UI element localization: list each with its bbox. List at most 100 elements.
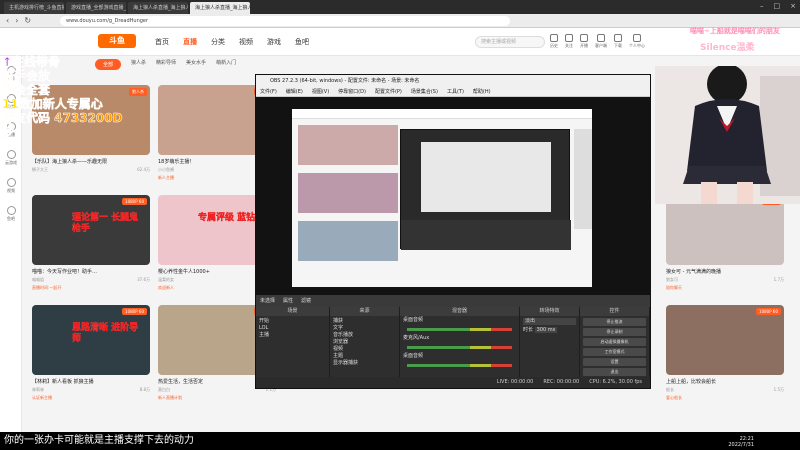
streamer-name[interactable]: 温柔的女 (158, 277, 174, 283)
volume-meter[interactable] (407, 328, 512, 331)
stop-streaming-button[interactable]: 停止推流 (583, 318, 646, 326)
obs-title-bar: OBS 27.2.3 (64-bit, windows) - 配置文件: 未命名… (256, 75, 650, 87)
filters-button[interactable]: 滤镜 (301, 295, 311, 307)
scene-item[interactable]: LOL (259, 325, 326, 332)
viewer-count: 62.4万 (137, 167, 150, 172)
subtab-newbie[interactable]: 萌新入门 (216, 59, 236, 70)
preview-nested-page (292, 109, 592, 287)
subtab-mentor[interactable]: 精彩导师 (156, 59, 176, 70)
stream-tag[interactable]: 新人直播计划 (158, 395, 276, 401)
nav-live[interactable]: 直播 (183, 37, 197, 47)
history-button[interactable]: 历史 (550, 34, 558, 49)
source-item[interactable]: 文字 (333, 325, 396, 332)
mixer-channel-label: 桌面音频 (403, 353, 424, 359)
stream-title[interactable]: 【林莉】新人看板 抓狼主播 (32, 378, 150, 385)
stream-tag[interactable]: 爱心船长 (666, 395, 784, 401)
reload-icon[interactable]: ↻ (24, 16, 31, 25)
broadcast-button[interactable]: 开播 (580, 34, 588, 49)
stream-title[interactable]: 喵喵：今天写作业吧！助手… (32, 268, 150, 275)
nav-fishbar[interactable]: 鱼吧 (295, 37, 309, 47)
mixer-channel-label: 麦克风/Aux (403, 335, 430, 341)
stream-thumbnail[interactable]: 1080P 60 (666, 305, 784, 375)
download-button[interactable]: 下载 (614, 34, 622, 49)
left-nav-fishbar[interactable]: 鱼吧 (3, 206, 19, 222)
duration-input[interactable]: 300 ms (534, 327, 558, 333)
transition-select[interactable]: 淡出 (523, 318, 576, 325)
stream-card[interactable]: 1080P 狼女可 - 元气满满的晚播狼女可 1.7万陪你聊天 (666, 195, 784, 313)
obs-menu-docks[interactable]: 停靠窗口(D) (338, 87, 366, 96)
obs-menu-view[interactable]: 视图(V) (312, 87, 329, 96)
nav-game[interactable]: 游戏 (267, 37, 281, 47)
stop-recording-button[interactable]: 停止录制 (583, 328, 646, 336)
profile-button[interactable]: 个人中心 (629, 34, 645, 49)
stream-card[interactable]: 1080P 60 上船上船，比较会船长 船长 1.5万 爱心船长 (666, 305, 784, 423)
settings-button[interactable]: 设置 (583, 358, 646, 366)
source-item[interactable]: 音乐播放 (333, 332, 396, 339)
subtab-sailor[interactable]: 美女水手 (186, 59, 206, 70)
stream-card[interactable]: 1080P 60 思路清晰 进阶导师【林莉】新人看板 抓狼主播 林莉林 8.8万 认证新… (32, 305, 150, 423)
maximize-icon[interactable]: □ (774, 2, 781, 10)
streamer-name[interactable]: 林莉林 (32, 387, 44, 393)
url-field[interactable]: www.douyu.com/g_DreadHunger (60, 16, 510, 26)
stream-card[interactable]: 1080P 60 理论第一 长腿鬼枪手 喵喵：今天写作业吧！助手… 喵喵姐 37.6万直… (32, 195, 150, 313)
source-item[interactable]: 捕获 (333, 318, 396, 325)
browser-tab-active[interactable]: 海上狼人杀直播_海上狼人杀 (190, 2, 250, 14)
client-button[interactable]: 客户端 (595, 34, 607, 49)
volume-meter[interactable] (407, 364, 512, 367)
follow-button[interactable]: 关注 (565, 34, 573, 49)
streamer-name[interactable]: 莫白白 (158, 387, 170, 393)
back-icon[interactable]: ‹ (6, 16, 9, 25)
browser-tab[interactable]: 游戏直播_全部游戏直播_斗鱼直播 (66, 2, 126, 14)
studio-mode-button[interactable]: 工作室模式 (583, 348, 646, 356)
stream-title[interactable]: 狼女可 - 元气满满的晚播 (666, 268, 784, 275)
obs-menu-profile[interactable]: 配置文件(P) (375, 87, 402, 96)
chat-icon (6, 206, 16, 215)
stream-thumbnail[interactable]: 1080P 60 思路清晰 进阶导师 (32, 305, 150, 375)
douyu-logo[interactable]: 斗鱼 (98, 34, 136, 48)
browser-tab[interactable]: 海上狼人杀直播_海上狼人杀视频 (128, 2, 188, 14)
streamer-name[interactable]: 小小鱼酱 (158, 167, 174, 173)
source-item[interactable]: 显示器捕获 (333, 360, 396, 367)
properties-button[interactable]: 属性 (283, 295, 293, 307)
stream-title[interactable]: 【乐队】海上狼人杀——乐趣无限 (32, 158, 150, 165)
stream-thumbnail[interactable]: 1080P 60 理论第一 长腿鬼枪手 (32, 195, 150, 265)
forward-icon[interactable]: › (15, 16, 18, 25)
browser-tab[interactable]: 主机游戏排行榜_斗鱼直播平台 (4, 2, 64, 14)
history-icon (550, 34, 558, 42)
source-item[interactable]: 浏览器 (333, 339, 396, 346)
nav-category[interactable]: 分类 (211, 37, 225, 47)
nav-video[interactable]: 视频 (239, 37, 253, 47)
obs-menu-edit[interactable]: 编辑(E) (286, 87, 303, 96)
obs-window: OBS 27.2.3 (64-bit, windows) - 配置文件: 未命名… (255, 74, 651, 389)
scene-item[interactable]: 开始 (259, 318, 326, 325)
nav-home[interactable]: 首页 (155, 37, 169, 47)
volume-meter[interactable] (407, 346, 512, 349)
left-nav-video[interactable]: 视频 (3, 178, 19, 194)
obs-menu-help[interactable]: 帮助(H) (473, 87, 491, 96)
obs-menu-file[interactable]: 文件(F) (260, 87, 277, 96)
streamer-name[interactable]: 狼女可 (666, 277, 678, 283)
obs-preview[interactable] (256, 97, 650, 295)
close-icon[interactable]: × (790, 2, 796, 10)
streamer-name[interactable]: 船长 (666, 387, 674, 393)
source-item[interactable]: 主题 (333, 353, 396, 360)
stream-tag[interactable]: 陪你聊天 (666, 285, 784, 291)
stream-meta: 林莉林 8.8万 (32, 387, 150, 393)
minimize-icon[interactable]: – (760, 2, 764, 10)
stream-meta: 船长 1.5万 (666, 387, 784, 393)
source-item[interactable]: 视频 (333, 346, 396, 353)
stream-thumbnail[interactable]: 1080P (666, 195, 784, 265)
streamer-name[interactable]: 喵喵姐 (32, 277, 44, 283)
left-nav-cloud-game[interactable]: 云游戏 (3, 150, 19, 166)
stream-title[interactable]: 上船上船，比较会船长 (666, 378, 784, 385)
stream-tag[interactable]: 直播时间:一起开 (32, 285, 150, 291)
scene-item[interactable]: 主播 (259, 332, 326, 339)
obs-menu-tools[interactable]: 工具(T) (447, 87, 464, 96)
stream-tag[interactable]: 认证新主播 (32, 395, 150, 401)
obs-menu-scene-collection[interactable]: 场景集合(S) (411, 87, 438, 96)
virtual-camera-button[interactable]: 启动虚拟摄像机 (583, 338, 646, 346)
play-icon (6, 178, 16, 187)
exit-button[interactable]: 退出 (583, 368, 646, 376)
site-search-input[interactable]: 搜索主播或视频 (475, 36, 545, 48)
streamer-name[interactable]: 狮子大王 (32, 167, 48, 173)
